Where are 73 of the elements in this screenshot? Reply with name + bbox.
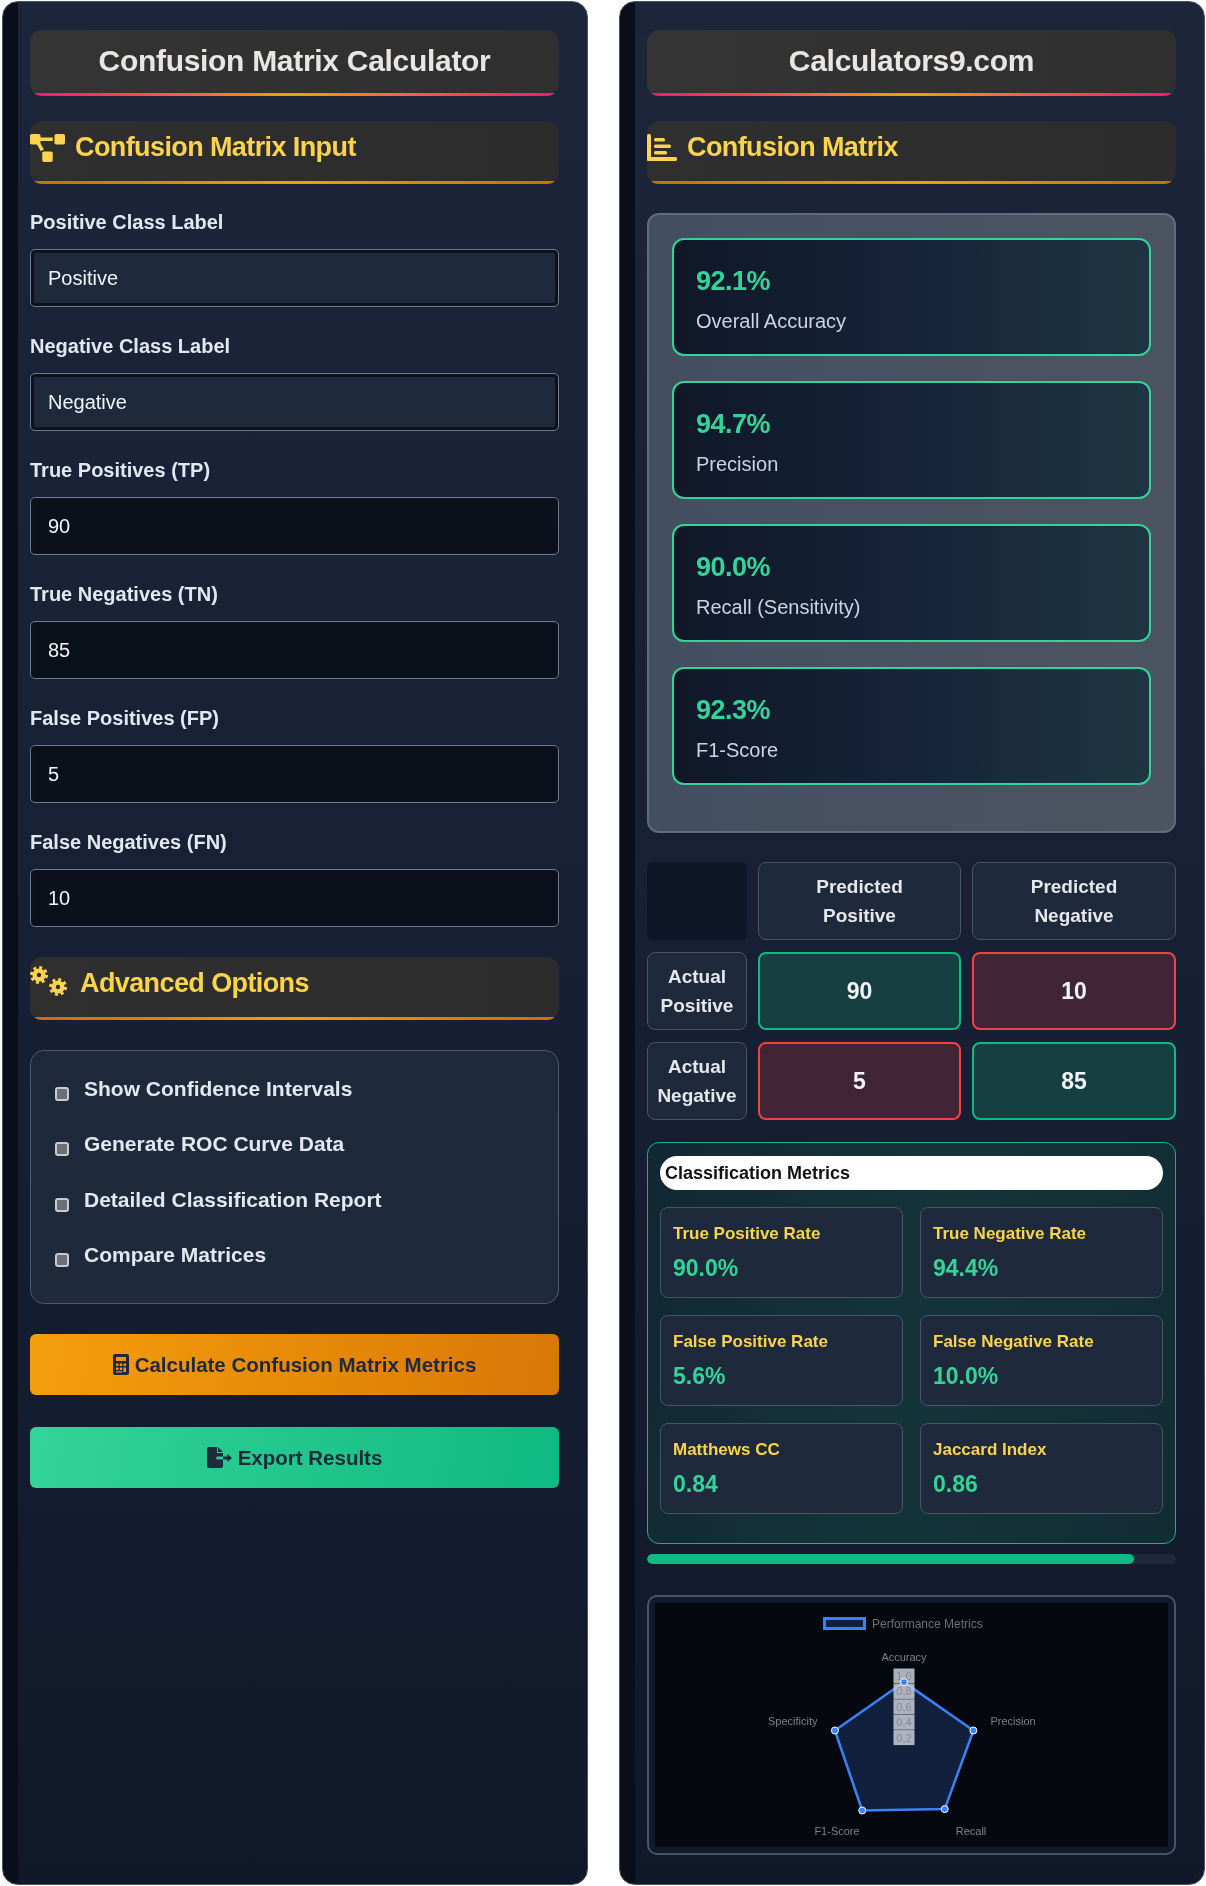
- metric-name: False Negative Rate: [933, 1331, 1095, 1353]
- legend-label[interactable]: Performance Metrics: [872, 1617, 983, 1631]
- metric-name: Matthews CC: [673, 1439, 781, 1461]
- metric-value: 0.84: [673, 1471, 719, 1497]
- page-title: Confusion Matrix Calculator: [30, 30, 559, 96]
- matrix-cell: 5: [758, 1042, 961, 1120]
- checkbox[interactable]: [55, 1253, 69, 1268]
- metric-name: True Negative Rate: [933, 1223, 1088, 1245]
- metric-value: 5.6%: [673, 1363, 727, 1389]
- input-field[interactable]: Positive: [30, 249, 559, 307]
- metric-label: Precision: [696, 452, 780, 476]
- section-title: Confusion Matrix Input: [75, 132, 356, 163]
- metric-value: 90.0%: [696, 551, 772, 583]
- axis-label: Recall: [955, 1824, 987, 1837]
- row-header: Actual Positive: [647, 952, 747, 1030]
- legend-swatch-icon[interactable]: [823, 1617, 866, 1630]
- data-point: [830, 1726, 839, 1735]
- calculator-icon: [112, 1354, 129, 1375]
- data-point: [858, 1806, 867, 1815]
- matrix-cell: 90: [758, 952, 961, 1030]
- checkbox[interactable]: [55, 1142, 69, 1157]
- diagram-icon: [30, 133, 65, 162]
- column-header: Predicted Positive: [758, 862, 961, 940]
- checkbox-label[interactable]: Show Confidence Intervals: [84, 1076, 353, 1101]
- checkbox-label[interactable]: Detailed Classification Report: [84, 1187, 382, 1212]
- axis-label: Accuracy: [881, 1651, 927, 1663]
- file-export-icon: [206, 1447, 232, 1468]
- field-label: Negative Class Label: [30, 335, 231, 357]
- gears-icon: [30, 965, 68, 996]
- metric-label: F1-Score: [696, 738, 780, 762]
- metric-name: False Positive Rate: [673, 1331, 829, 1353]
- metric-value: 0.86: [933, 1471, 979, 1497]
- matrix-cell: 85: [972, 1042, 1176, 1120]
- axis-label: Specificity: [767, 1714, 818, 1727]
- checkbox-label[interactable]: Generate ROC Curve Data: [84, 1132, 345, 1157]
- calculate-button[interactable]: Calculate Confusion Matrix Metrics: [30, 1334, 559, 1395]
- input-field[interactable]: 85: [30, 621, 559, 679]
- field-label: False Negatives (FN): [30, 831, 227, 853]
- checkbox[interactable]: [55, 1086, 69, 1101]
- column-header: Predicted Negative: [972, 862, 1176, 940]
- metrics-title: Classification Metrics: [660, 1156, 1163, 1190]
- axis-label: F1-Score: [814, 1824, 860, 1837]
- checkbox-label[interactable]: Compare Matrices: [84, 1243, 267, 1268]
- site-title: Calculators9.com: [647, 30, 1176, 96]
- field-label: True Negatives (TN): [30, 583, 218, 605]
- field-label: False Positives (FP): [30, 707, 219, 729]
- metric-name: Jaccard Index: [933, 1439, 1048, 1461]
- metric-name: True Positive Rate: [673, 1223, 822, 1245]
- data-point: [969, 1726, 978, 1735]
- metric-value: 94.7%: [696, 408, 772, 440]
- metric-value: 94.4%: [933, 1255, 1000, 1281]
- field-label: True Positives (TP): [30, 459, 211, 481]
- input-field[interactable]: 90: [30, 497, 559, 555]
- field-label: Positive Class Label: [30, 211, 224, 233]
- metric-value: 92.3%: [696, 694, 772, 726]
- export-button[interactable]: Export Results: [30, 1427, 559, 1488]
- input-field[interactable]: 10: [30, 869, 559, 927]
- metric-value: 90.0%: [673, 1255, 740, 1281]
- data-point: [900, 1678, 908, 1687]
- section-title: Confusion Matrix: [687, 132, 898, 163]
- metric-label: Recall (Sensitivity): [696, 595, 862, 619]
- bar-chart-icon: [647, 134, 677, 161]
- section-title: Advanced Options: [80, 968, 309, 999]
- input-field[interactable]: 5: [30, 745, 559, 803]
- matrix-cell: 10: [972, 952, 1176, 1030]
- metric-value: 92.1%: [696, 265, 772, 297]
- row-header: Actual Negative: [647, 1042, 747, 1120]
- metric-label: Overall Accuracy: [696, 309, 848, 333]
- data-point: [940, 1805, 949, 1814]
- input-field[interactable]: Negative: [30, 373, 559, 431]
- checkbox[interactable]: [55, 1197, 69, 1212]
- metric-value: 10.0%: [933, 1363, 1000, 1389]
- axis-label: Precision: [990, 1714, 1036, 1727]
